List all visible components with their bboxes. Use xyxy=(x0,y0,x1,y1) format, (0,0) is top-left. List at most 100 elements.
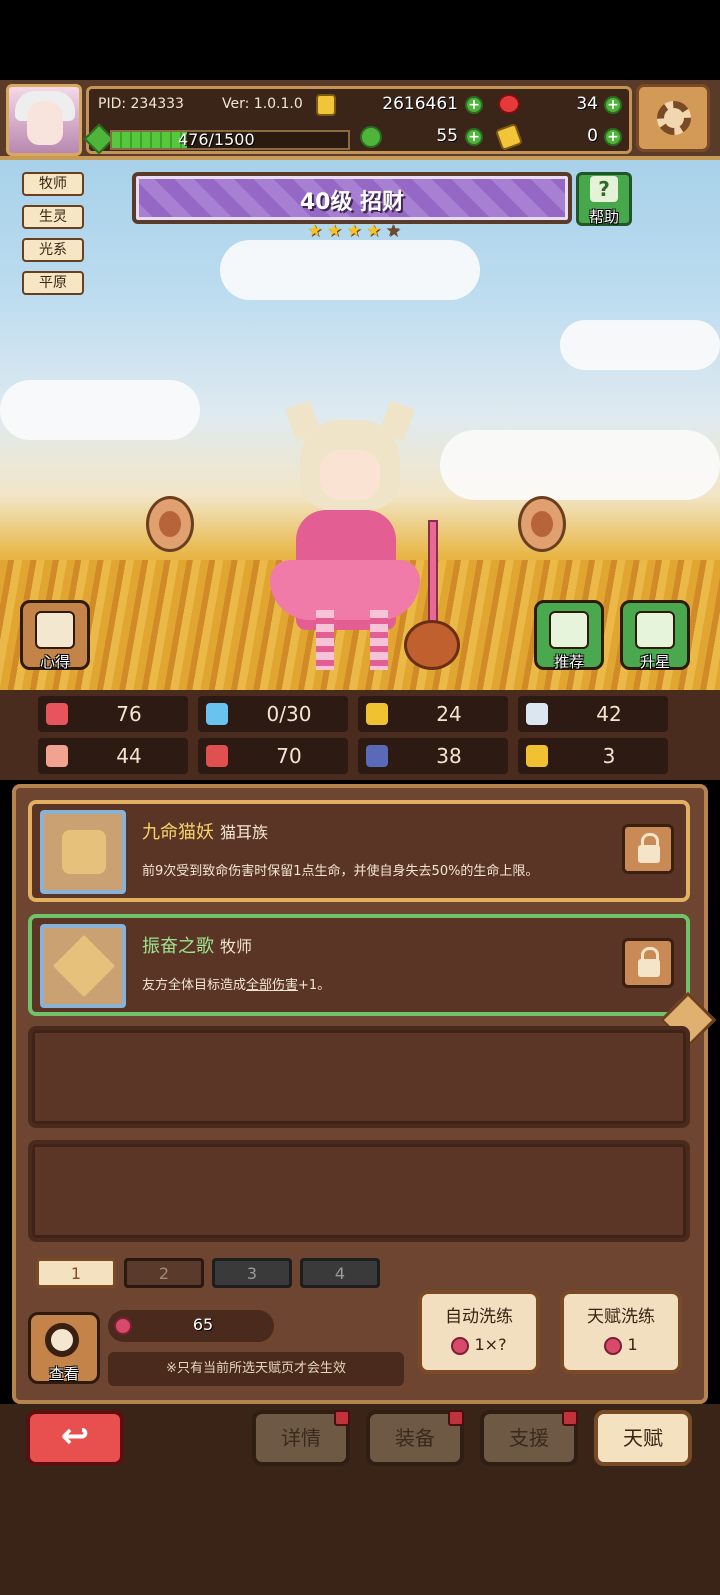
talent-page-tab-1[interactable]: 1 xyxy=(36,1258,116,1288)
next-hero-arrow[interactable] xyxy=(518,496,566,552)
fruit-icon xyxy=(604,1336,623,1355)
lock-icon[interactable] xyxy=(622,824,674,874)
shield-icon xyxy=(366,703,388,725)
boot-icon xyxy=(366,745,388,767)
stat-cell: 0/30 xyxy=(198,696,348,732)
hero-skirt xyxy=(270,560,420,620)
clover-value: 55 xyxy=(436,126,458,146)
stat-value: 24 xyxy=(436,702,462,726)
lock-icon[interactable] xyxy=(622,938,674,988)
cat-talent-icon xyxy=(40,810,126,894)
talent-description: 友方全体目标造成全部伤害+1。 xyxy=(142,978,331,993)
tag-element: 光系 xyxy=(22,238,84,262)
nav-details-button[interactable]: 详情 xyxy=(252,1410,350,1466)
look-label: 查看 xyxy=(48,1365,79,1383)
star-icon: ★ xyxy=(346,221,362,241)
fruit-count: 65 xyxy=(192,1315,214,1334)
add-gold-button[interactable]: + xyxy=(465,96,483,114)
ruby-icon xyxy=(498,94,520,114)
star-icon: ★ xyxy=(326,221,343,241)
star-icon: ★ xyxy=(307,221,323,241)
help-label: 帮助 xyxy=(588,208,619,226)
talent-card[interactable]: 九命猫妖 猫耳族 前9次受到致命伤害时保留1点生命，并使自身失去50%的生命上限。 xyxy=(28,800,690,902)
nav-equip-button[interactable]: 装备 xyxy=(366,1410,464,1466)
exp-value: 476/1500 xyxy=(178,130,255,149)
talent-card[interactable]: 振奋之歌 牧师 友方全体目标造成全部伤害+1。 xyxy=(28,914,690,1016)
player-id: PID: 234333 xyxy=(98,96,184,112)
talent-description: 前9次受到致命伤害时保留1点生命，并使自身失去50%的生命上限。 xyxy=(142,864,539,879)
empty-talent-slot xyxy=(28,1140,690,1242)
horseshoe-icon xyxy=(526,745,548,767)
clover-icon xyxy=(360,126,382,148)
star-up-button[interactable]: 升星 xyxy=(620,600,690,671)
notification-dot xyxy=(448,1410,464,1426)
cloud xyxy=(560,320,720,370)
notification-dot xyxy=(334,1410,350,1426)
hero-stars: ★ ★ ★ ★ ★ xyxy=(306,222,402,242)
tag-class: 牧师 xyxy=(22,172,84,196)
talent-wash-button[interactable]: 天赋洗练 1 xyxy=(560,1290,682,1374)
hero-face xyxy=(320,450,380,500)
nav-talent-button[interactable]: 天赋 xyxy=(594,1410,692,1466)
talent-type: 猫耳族 xyxy=(220,823,269,842)
auto-wash-button[interactable]: 自动洗练 1×? xyxy=(418,1290,540,1374)
notification-dot xyxy=(562,1410,578,1426)
tag-terrain: 平原 xyxy=(22,271,84,295)
back-button[interactable]: ↩ xyxy=(26,1410,124,1466)
stat-value: 44 xyxy=(116,744,142,768)
hero-leg xyxy=(316,610,334,670)
talent-page-tab-3[interactable]: 3 xyxy=(212,1258,292,1288)
star-icon: ★ xyxy=(385,221,401,241)
nav-equip-label: 装备 xyxy=(395,1426,435,1450)
add-ruby-button[interactable]: + xyxy=(604,96,622,114)
look-button[interactable]: 查看 xyxy=(28,1312,100,1384)
cloud xyxy=(440,430,720,500)
nav-details-label: 详情 xyxy=(281,1426,321,1450)
hero-staff-head xyxy=(404,620,460,670)
stat-value: 38 xyxy=(436,744,462,768)
stat-cell: 42 xyxy=(518,696,668,732)
nav-talent-label: 天赋 xyxy=(623,1426,663,1450)
star-up-label: 升星 xyxy=(639,653,670,671)
thumbs-up-icon xyxy=(549,611,589,649)
gear-icon xyxy=(657,101,691,135)
tag-race: 生灵 xyxy=(22,205,84,229)
book-icon xyxy=(206,745,228,767)
star-icon: ★ xyxy=(365,221,382,241)
nav-support-label: 支援 xyxy=(509,1426,549,1450)
mana-drop-icon xyxy=(206,703,228,725)
hero-leg xyxy=(370,610,388,670)
stat-value: 42 xyxy=(596,702,622,726)
magnifier-icon xyxy=(45,1323,79,1357)
nav-support-button[interactable]: 支援 xyxy=(480,1410,578,1466)
talent-wash-label: 天赋洗练 xyxy=(587,1307,655,1327)
stat-cell: 70 xyxy=(198,738,348,774)
key-value: 0 xyxy=(587,126,598,146)
cloud xyxy=(0,380,200,440)
back-arrow-icon: ↩ xyxy=(60,1416,90,1456)
stat-value: 3 xyxy=(602,744,616,768)
talent-page-tab-4[interactable]: 4 xyxy=(300,1258,380,1288)
version-label: Ver: 1.0.1.0 xyxy=(222,96,303,112)
settings-button[interactable] xyxy=(636,84,710,152)
notebook-icon xyxy=(35,611,75,649)
stat-cell: 38 xyxy=(358,738,508,774)
talent-name: 振奋之歌 xyxy=(142,936,214,957)
stat-value: 70 xyxy=(276,744,302,768)
prev-hero-arrow[interactable] xyxy=(146,496,194,552)
player-avatar[interactable] xyxy=(6,84,82,156)
fruit-counter: 65 xyxy=(108,1310,274,1342)
add-key-button[interactable]: + xyxy=(604,128,622,146)
add-clover-button[interactable]: + xyxy=(465,128,483,146)
heart-icon xyxy=(46,703,68,725)
gold-value: 2616461 xyxy=(382,94,458,114)
fruit-icon xyxy=(451,1336,470,1355)
talent-page-tab-2[interactable]: 2 xyxy=(124,1258,204,1288)
gold-coin-icon xyxy=(316,94,336,116)
stat-cell: 76 xyxy=(38,696,188,732)
wing-icon xyxy=(526,703,548,725)
tips-button[interactable]: 心得 xyxy=(20,600,90,671)
ruby-value: 34 xyxy=(576,94,598,114)
talent-name: 九命猫妖 xyxy=(142,822,214,843)
recommend-button[interactable]: 推荐 xyxy=(534,600,604,671)
